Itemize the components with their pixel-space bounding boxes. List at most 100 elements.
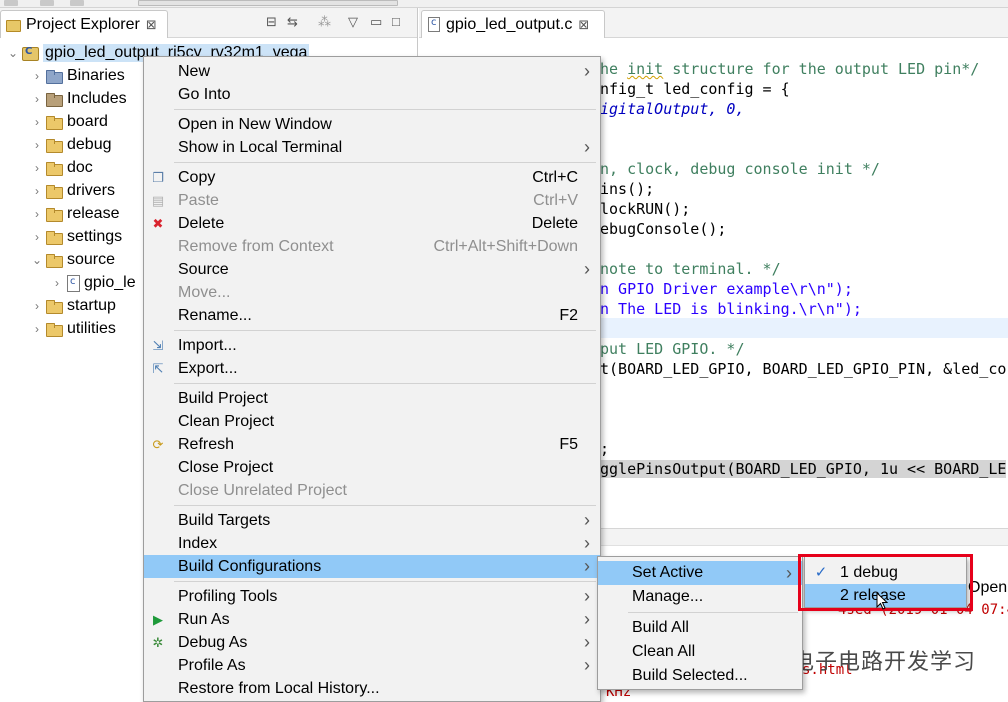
collapse-toggle-icon[interactable]: ⌄ [30,253,44,267]
menu-item-label: Rename... [178,306,252,324]
menu-item-refresh[interactable]: ⟳ Refresh F5 [144,433,600,456]
menu-item-restore-from-local-history[interactable]: Restore from Local History... [144,677,600,700]
menu-item-go-into[interactable]: Go Into [144,83,600,106]
menu-item-set-active[interactable]: Set Active › [598,561,802,585]
tree-item-settings[interactable]: › settings [30,225,122,248]
export-icon: ⇱ [152,361,164,376]
expand-toggle-icon[interactable]: › [30,115,44,129]
maximize-icon[interactable]: □ [392,14,400,29]
menu-item-rename[interactable]: Rename... F2 [144,304,600,327]
menu-item-build-targets[interactable]: Build Targets › [144,509,600,532]
link-with-editor-icon[interactable]: ⇆ [287,14,298,30]
tree-item-release[interactable]: › release [30,202,119,225]
folder-icon [46,115,63,130]
code-text: put LED GPIO. */ [600,340,745,358]
expand-toggle-icon[interactable]: › [30,92,44,106]
menu-item-source[interactable]: Source › [144,258,600,281]
tree-item-source[interactable]: ⌄ source [30,248,115,271]
menu-shortcut: F5 [559,435,578,453]
build-configurations-submenu: Set Active › Manage... Build All Clean All Bu… [597,556,803,690]
tab-gpio-led-output[interactable]: gpio_led_output.c ⊠ [421,10,605,38]
menu-item-label: Import... [178,336,237,354]
menu-item-label: Copy [178,168,216,186]
menu-item-new[interactable]: New › [144,60,600,83]
menu-item-build-all[interactable]: Build All [598,616,802,640]
menu-item-index[interactable]: Index › [144,532,600,555]
refresh-icon: ⟳ [152,437,164,452]
close-icon[interactable]: ⊠ [578,17,589,33]
menu-item-label: Remove from Context [178,237,334,255]
view-menu-icon[interactable]: ▽ [348,14,358,30]
menu-item-manage[interactable]: Manage... [598,585,802,609]
tree-item-binaries[interactable]: › Binaries [30,64,125,87]
menu-item-build-selected[interactable]: Build Selected... [598,664,802,688]
menu-separator [174,330,596,331]
menu-item-run-as[interactable]: ▶ Run As › [144,608,600,631]
code-text: ins(); [600,180,655,198]
menu-item-label: New [178,62,211,80]
minimize-icon[interactable]: ▭ [370,14,382,30]
toolbar-button[interactable] [4,0,18,6]
filter-icon[interactable]: ⁂ [318,14,331,30]
tree-item-label: doc [67,158,93,176]
menu-item-import[interactable]: ⇲ Import... [144,334,600,357]
menu-item-debug-as[interactable]: ✲ Debug As › [144,631,600,654]
expand-toggle-icon[interactable]: › [50,276,64,290]
menu-item-open-in-new-window[interactable]: Open in New Window [144,113,600,136]
menu-item-profile-as[interactable]: Profile As › [144,654,600,677]
menu-item-build-configurations[interactable]: Build Configurations › [144,555,600,578]
expand-toggle-icon[interactable]: › [30,161,44,175]
submenu-arrow-icon: › [584,61,590,81]
run-icon: ▶ [153,612,163,627]
menu-item-clean-all[interactable]: Clean All [598,640,802,664]
submenu-arrow-icon: › [584,632,590,652]
code-line: n The LED is blinking.\r\n"); [600,299,862,319]
toolbar-button[interactable] [40,0,54,6]
code-line: n, clock, debug console init */ [600,159,880,179]
code-text: lockRUN(); [600,200,691,218]
tree-item-startup[interactable]: › startup [30,294,116,317]
tree-item-includes[interactable]: › Includes [30,87,127,110]
menu-item-label: Show in Local Terminal [178,138,343,156]
import-icon: ⇲ [152,338,164,353]
menu-item-label: Restore from Local History... [178,679,380,697]
code-text: igitalOutput, 0, [600,100,745,118]
tree-item-gpio-le[interactable]: › gpio_le [50,271,136,294]
expand-toggle-icon[interactable]: › [30,207,44,221]
expand-toggle-icon[interactable]: › [30,184,44,198]
toolbar-combo[interactable] [138,0,398,6]
tree-item-label: debug [67,135,112,153]
tree-item-drivers[interactable]: › drivers [30,179,115,202]
menu-item-delete[interactable]: ✖ Delete Delete [144,212,600,235]
toolbar-button[interactable] [70,0,84,6]
tree-item-debug[interactable]: › debug [30,133,112,156]
expand-toggle-icon[interactable]: › [30,138,44,152]
menu-item-label: Build Configurations [178,557,322,575]
expand-toggle-icon[interactable]: ⌄ [6,46,20,60]
menu-item-export[interactable]: ⇱ Export... [144,357,600,380]
menu-item-profiling-tools[interactable]: Profiling Tools › [144,585,600,608]
includes-icon [46,92,63,107]
tree-item-utilities[interactable]: › utilities [30,317,116,340]
menu-item-copy[interactable]: ❐ Copy Ctrl+C [144,166,600,189]
expand-toggle-icon[interactable]: › [30,69,44,83]
tab-project-explorer[interactable]: Project Explorer ⊠ [0,10,168,38]
menu-item-clean-project[interactable]: Clean Project [144,410,600,433]
tree-item-doc[interactable]: › doc [30,156,93,179]
menu-item-build-project[interactable]: Build Project [144,387,600,410]
tree-item-label: board [67,112,108,130]
menu-item-close-project[interactable]: Close Project [144,456,600,479]
expand-toggle-icon[interactable]: › [30,230,44,244]
copy-icon: ❐ [152,170,164,185]
menu-item-paste: ▤ Paste Ctrl+V [144,189,600,212]
expand-toggle-icon[interactable]: › [30,299,44,313]
tree-item-board[interactable]: › board [30,110,108,133]
menu-item-label: Debug As [178,633,248,651]
collapse-all-icon[interactable]: ⊟ [266,14,277,30]
menu-item-show-in-local-terminal[interactable]: Show in Local Terminal › [144,136,600,159]
expand-toggle-icon[interactable]: › [30,322,44,336]
close-icon[interactable]: ⊠ [146,17,157,33]
code-text: gglePinsOutput(BOARD_LED_GPIO, 1u << BOA… [600,460,1007,478]
menu-item-label: Manage... [632,588,704,605]
console-open-link[interactable]: Open [968,579,1007,597]
